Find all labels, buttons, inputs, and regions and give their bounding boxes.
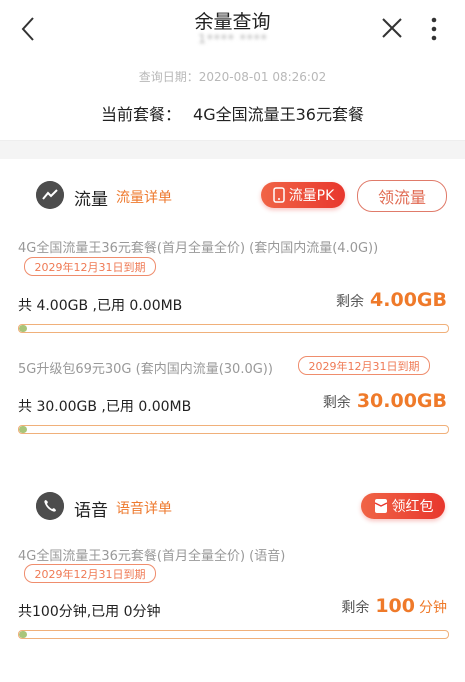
usage-text: 共 30.00GB ,已用 0.00MB [18, 399, 192, 415]
usage-progress-bar [18, 630, 449, 639]
data-section-title: 流量 [74, 190, 108, 210]
claim-data-button[interactable]: 领流量 [357, 180, 447, 212]
header: 余量查询 1**** **** 查询日期：2020-08-01 08:26:02… [0, 0, 465, 141]
usage-progress-fill [19, 426, 27, 433]
data-pk-label: 流量PK [288, 188, 335, 204]
remain-amount: 剩余 4.00GB [336, 289, 447, 311]
expire-badge: 2029年12月31日到期 [24, 564, 156, 583]
red-packet-label: 领红包 [391, 499, 434, 515]
data-detail-link[interactable]: 流量详单 [116, 187, 172, 207]
usage-progress-fill [19, 325, 27, 332]
usage-progress-bar [18, 324, 449, 333]
remain-label: 剩余 [322, 395, 351, 411]
expire-badge: 2029年12月31日到期 [24, 257, 156, 276]
red-packet-button[interactable]: 领红包 [361, 493, 445, 519]
usage-text: 共 4.00GB ,已用 0.00MB [18, 298, 183, 314]
remain-label: 剩余 [336, 294, 365, 310]
section-divider [0, 141, 465, 159]
expire-badge: 2029年12月31日到期 [298, 356, 430, 375]
plan-name: 4G全国流量王36元套餐 [193, 105, 364, 124]
remain-value: 30.00GB [356, 390, 447, 412]
red-packet-icon [374, 499, 387, 513]
usage-progress-fill [19, 631, 27, 638]
remain-value: 100 [375, 595, 415, 617]
remain-value: 4.00GB [370, 289, 447, 311]
phone-pk-icon [272, 187, 285, 203]
phone-number: 1**** **** [198, 32, 268, 46]
voice-detail-link[interactable]: 语音详单 [116, 498, 172, 518]
data-trend-icon [36, 181, 64, 209]
remain-amount: 剩余 30.00GB [323, 390, 447, 412]
current-plan: 当前套餐： 4G全国流量王36元套餐 [0, 101, 465, 125]
close-icon[interactable] [378, 14, 406, 42]
usage-text: 共100分钟,已用 0分钟 [18, 604, 161, 620]
package-name: 5G升级包69元30G (套内国内流量(30.0G)) [18, 362, 273, 377]
more-vertical-icon[interactable] [424, 14, 444, 44]
query-date: 查询日期：2020-08-01 08:26:02 [138, 70, 327, 84]
package-name: 4G全国流量王36元套餐(首月全量全价) (套内国内流量(4.0G)) [18, 241, 379, 256]
remain-unit: 分钟 [419, 600, 447, 616]
remain-label: 剩余 [341, 600, 370, 616]
data-pk-button[interactable]: 流量PK [261, 182, 345, 208]
package-name: 4G全国流量王36元套餐(首月全量全价) (语音) [18, 549, 286, 564]
remain-amount: 剩余 100 分钟 [341, 595, 447, 617]
voice-section-title: 语音 [74, 501, 108, 521]
plan-label: 当前套餐： [101, 105, 182, 124]
usage-progress-bar [18, 425, 449, 434]
phone-icon [36, 492, 64, 520]
